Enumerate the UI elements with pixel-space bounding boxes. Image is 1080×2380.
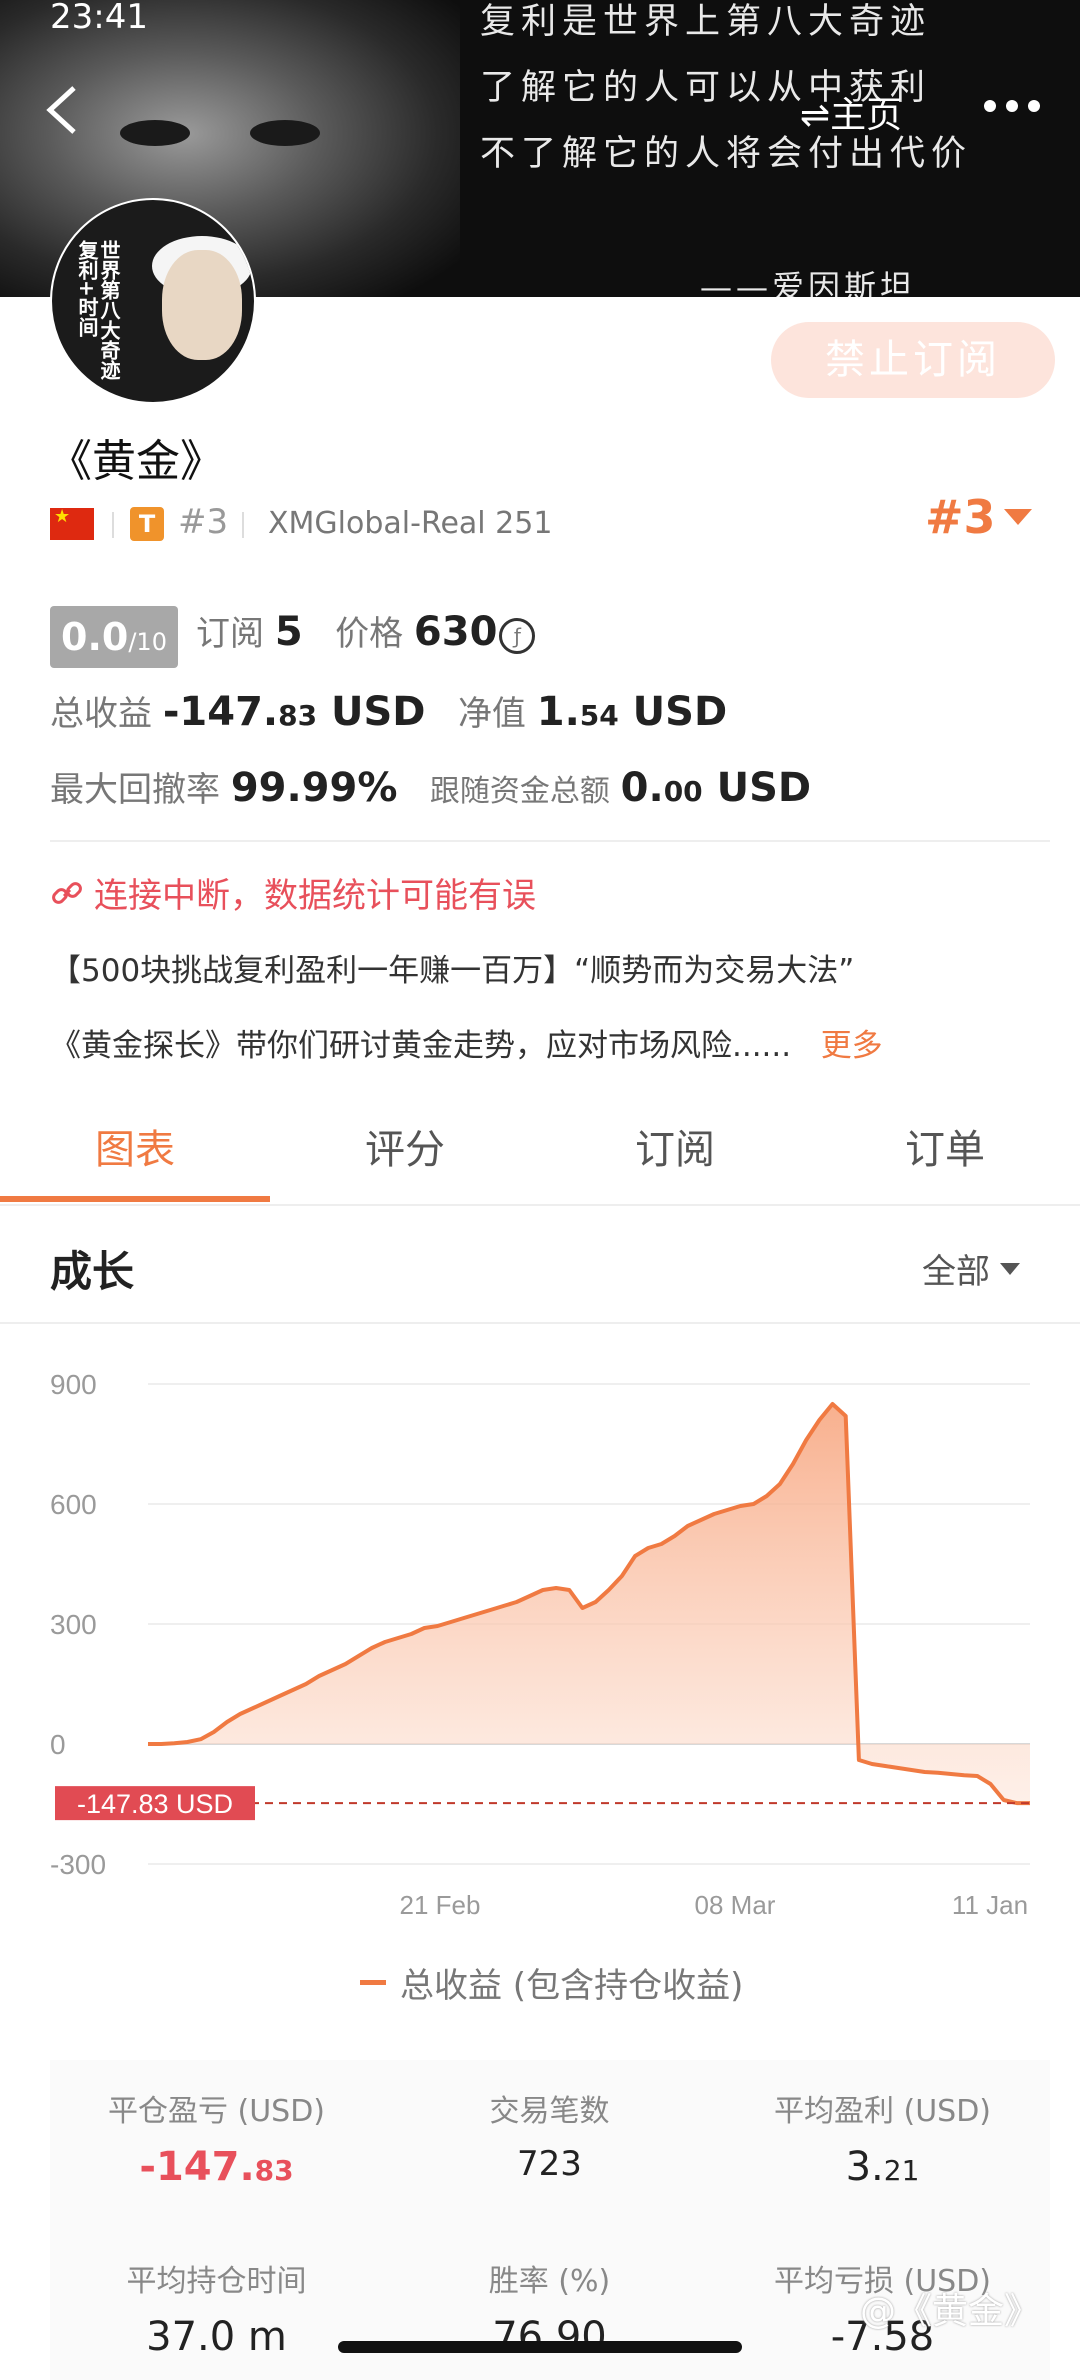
home-indicator[interactable] (338, 2341, 742, 2353)
home-button[interactable]: ⇌主页 (800, 86, 902, 138)
tab-orders[interactable]: 订单 (810, 1110, 1080, 1190)
quote-line: 不了解它的人将会付出代价 (480, 134, 973, 174)
quote-line: 了解它的人可以从中获利 (480, 68, 932, 108)
tab-subscription[interactable]: 订阅 (540, 1110, 810, 1190)
tab-rating[interactable]: 评分 (270, 1110, 540, 1190)
warning-text: 连接中断，数据统计可能有误 (94, 876, 536, 916)
home-button-label: ⇌主页 (800, 95, 903, 136)
back-chevron-icon[interactable] (38, 80, 88, 140)
rank-value: #3 (925, 490, 996, 544)
more-dots-icon[interactable] (982, 94, 1042, 118)
drawdown-value: 99.99% (230, 765, 398, 811)
avatar-text: 世界第八大奇迹 复利+时间 (75, 240, 121, 380)
china-flag-icon (50, 506, 94, 540)
range-value: 全部 (922, 1252, 990, 1292)
range-dropdown[interactable]: 全部 (922, 1244, 1020, 1293)
server-name: XMGlobal-Real 251 (268, 506, 553, 541)
y-tick-label: 900 (50, 1369, 97, 1400)
current-value-label: -147.83 USD (77, 1789, 233, 1819)
chart-legend: 总收益 (包含持仓收益) (360, 1958, 743, 2007)
more-link[interactable]: 更多 (821, 1028, 883, 1064)
coin-icon: ƒ (499, 617, 536, 654)
stat-avg-hold-time: 平均持仓时间 37.0 m (126, 2264, 307, 2360)
avatar[interactable]: 世界第八大奇迹 复利+时间 (50, 198, 256, 404)
subscribe-count: 5 (274, 609, 303, 655)
y-tick-label: -300 (50, 1849, 106, 1880)
tab-chart[interactable]: 图表 (0, 1110, 270, 1190)
tab-bar: 图表 评分 订阅 订单 (0, 1110, 1080, 1206)
t-badge: T (130, 507, 164, 541)
caret-down-icon (1000, 1262, 1020, 1275)
connection-warning: 连接中断，数据统计可能有误 (50, 868, 536, 917)
description-line: 《黄金探长》带你们研讨黄金走势，应对市场风险...... 更多 (50, 1028, 883, 1064)
quote-author: ——爱因斯坦 (700, 268, 917, 297)
equity-value: 1.54 USD (536, 689, 728, 735)
rank-badge: #3 (178, 502, 229, 542)
link-broken-icon (52, 881, 82, 904)
drawdown-row: 最大回撤率 99.99% 跟随资金总额 0.00 USD (50, 765, 812, 811)
growth-title: 成长 (50, 1247, 135, 1296)
follow-value: 0.00 USD (620, 765, 812, 811)
rank-dropdown[interactable]: #3 (925, 490, 1032, 544)
subscribe-button[interactable]: 禁止订阅 (771, 322, 1055, 398)
x-tick-label: 11 Jan (952, 1890, 1028, 1920)
stat-closed-pl: 平仓盈亏 (USD) -147.83 (107, 2094, 326, 2190)
watermark: @《黄金》 (860, 2291, 1041, 2332)
caret-down-icon (1003, 509, 1032, 525)
y-tick-label: 600 (50, 1489, 97, 1520)
legend-swatch (360, 1980, 386, 1985)
y-tick-label: 0 (50, 1729, 66, 1760)
stat-avg-profit: 平均盈利 (USD) 3.21 (773, 2094, 992, 2190)
x-tick-label: 08 Mar (695, 1890, 776, 1920)
y-tick-label: 300 (50, 1609, 97, 1640)
x-tick-label: 21 Feb (400, 1890, 481, 1920)
profit-row: 总收益 -147.83 USD 净值 1.54 USD (50, 689, 728, 735)
description-line: 【500块挑战复利盈利一年赚一百万】“顺势而为交易大法” (50, 953, 855, 989)
page-title: 《黄金》 (48, 436, 224, 487)
active-tab-indicator (0, 1196, 270, 1202)
legend-label: 总收益 (包含持仓收益) (400, 1966, 744, 2006)
status-time: 23:41 (50, 0, 148, 37)
stat-trade-count: 交易笔数 723 (489, 2094, 610, 2184)
quote-line: 复利是世界上第八大奇迹 (480, 2, 932, 42)
score-badge: 0.0/10 (50, 606, 178, 668)
subscribe-count-row: 订阅 5 价格 630 ƒ (196, 606, 536, 655)
growth-chart: 900 600 300 0 -300 -147.83 USD 21 Feb 08 Mar 1… (50, 1369, 1030, 1920)
total-profit-value: -147.83 USD (162, 689, 426, 735)
banner-quote: 复利是世界上第八大奇迹 了解它的人可以从中获利 不了解它的人将会付出代价 (480, 0, 1040, 176)
price-value: 630 (413, 609, 498, 655)
